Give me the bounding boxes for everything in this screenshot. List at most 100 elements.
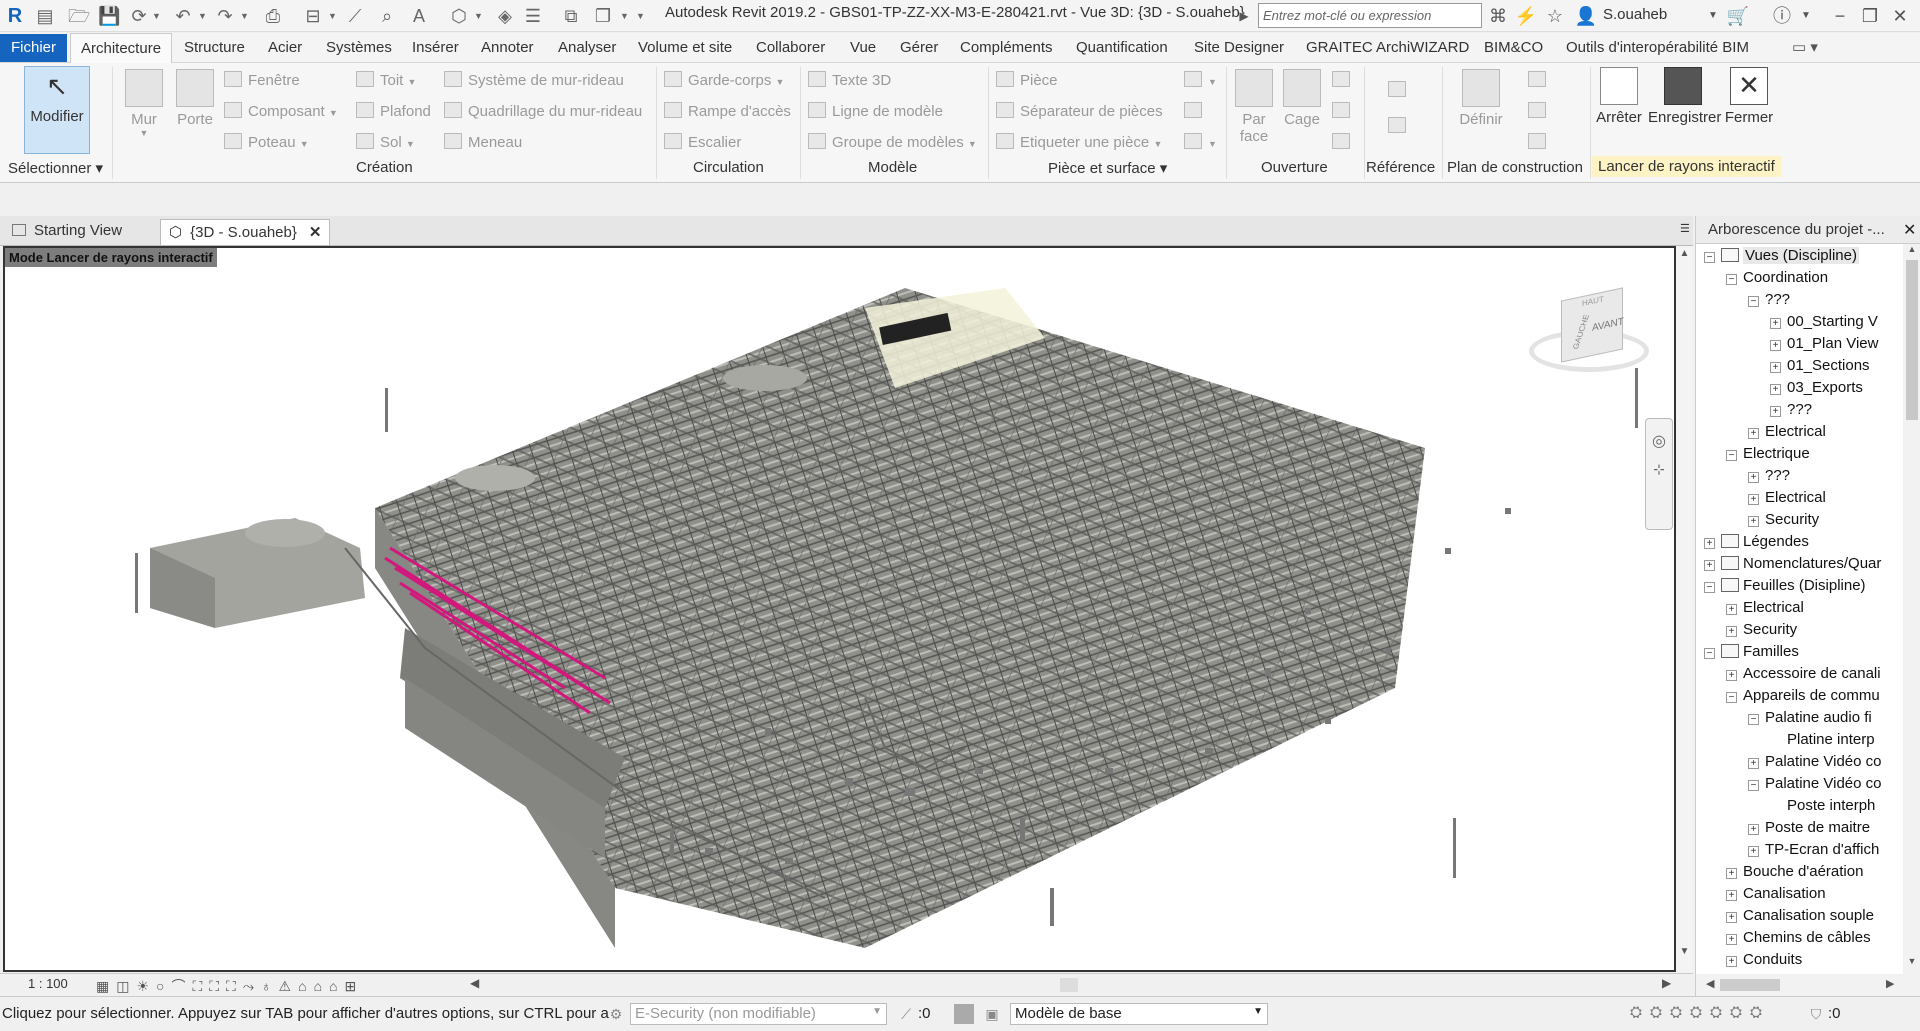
systeme-mur-rideau-button[interactable]: Système de mur-rideau <box>444 71 624 89</box>
filter-icon[interactable]: ⛉ <box>1806 1004 1826 1024</box>
tabs-menu-icon[interactable]: ☰ <box>1672 219 1698 245</box>
viewport-scrollbar[interactable]: ▲ ▼ <box>1676 246 1693 972</box>
hscroll-left-icon[interactable]: ◀ <box>470 976 479 990</box>
3d-dropdown-icon[interactable]: ▼ <box>474 9 483 23</box>
viewcube-left[interactable]: GAUCHE <box>1571 314 1591 350</box>
subscription-icon[interactable]: ⚡ <box>1514 4 1538 28</box>
minimize-icon[interactable]: − <box>1828 4 1852 28</box>
show-workplane-button[interactable] <box>1528 71 1552 89</box>
tree-node[interactable]: + Electrical <box>1748 487 1826 509</box>
measure-icon[interactable]: ⊟ <box>302 5 324 27</box>
hscroll-thumb[interactable] <box>1060 978 1078 992</box>
expand-icon[interactable]: + <box>1770 340 1781 351</box>
expand-icon[interactable]: + <box>1748 472 1759 483</box>
vertical-opening-button[interactable] <box>1332 102 1356 120</box>
expand-icon[interactable]: + <box>1748 758 1759 769</box>
undo-dropdown-icon[interactable]: ▼ <box>198 9 207 23</box>
tree-node[interactable]: −??? <box>1748 289 1790 311</box>
redo-dropdown-icon[interactable]: ▼ <box>240 9 249 23</box>
expand-icon[interactable]: + <box>1726 912 1737 923</box>
ref-plane-button[interactable] <box>1528 102 1552 120</box>
cage-button[interactable]: Cage <box>1280 69 1324 128</box>
active-option-icon[interactable]: ▣ <box>982 1004 1002 1024</box>
switch-dropdown-icon[interactable]: ▼ <box>620 9 629 23</box>
expand-icon[interactable]: + <box>1726 934 1737 945</box>
expand-icon[interactable]: + <box>1726 956 1737 967</box>
expand-icon[interactable]: ▶ <box>1232 4 1256 28</box>
separateur-button[interactable]: Séparateur de pièces <box>996 102 1163 120</box>
username[interactable]: S.ouaheb <box>1603 6 1667 23</box>
zoom-icon[interactable]: ⊹ <box>1646 461 1672 478</box>
tree-node[interactable]: − Vues (Discipline) <box>1704 245 1859 267</box>
rampe-button[interactable]: Rampe d'accès <box>664 102 791 120</box>
dormer-button[interactable] <box>1332 133 1356 151</box>
expand-icon[interactable]: + <box>1704 538 1715 549</box>
viewcube[interactable]: AVANT GAUCHE HAUT <box>1521 287 1657 378</box>
tab-inserer[interactable]: Insérer <box>412 37 459 61</box>
collapse-icon[interactable]: − <box>1704 648 1715 659</box>
selectionner-dropdown[interactable]: Sélectionner ▾ <box>8 159 103 177</box>
expand-icon[interactable]: + <box>1726 670 1737 681</box>
etiqueter-button[interactable]: Etiqueter une pièce ▼ <box>996 133 1162 151</box>
expand-icon[interactable]: + <box>1726 890 1737 901</box>
view-scale[interactable]: 1 : 100 <box>28 976 68 991</box>
quadrillage-button[interactable]: Quadrillage du mur-rideau <box>444 102 642 120</box>
expand-icon[interactable]: + <box>1726 626 1737 637</box>
tab-vue[interactable]: Vue <box>850 37 876 61</box>
expand-icon[interactable]: + <box>1770 362 1781 373</box>
meneau-button[interactable]: Meneau <box>444 133 522 151</box>
editing-requests-icon[interactable]: ⟋ <box>896 1004 916 1024</box>
close-hidden-icon[interactable]: ⧉ <box>560 5 582 27</box>
tab-annoter[interactable]: Annoter <box>481 37 534 61</box>
tree-node[interactable]: +00_Starting V <box>1770 311 1878 333</box>
tree-node[interactable]: − Coordination <box>1726 267 1828 289</box>
texte3d-button[interactable]: Texte 3D <box>808 71 891 89</box>
sync-icon[interactable]: ⟳ <box>128 5 150 27</box>
expand-icon[interactable]: + <box>1726 868 1737 879</box>
tree-node[interactable]: + Security <box>1748 509 1819 531</box>
tree-node[interactable]: + Bouche d'aération <box>1726 861 1863 883</box>
tree-node[interactable]: − Electrique <box>1726 443 1810 465</box>
tree-node[interactable]: +??? <box>1770 399 1812 421</box>
expand-icon[interactable]: + <box>1748 428 1759 439</box>
viewcube-front[interactable]: AVANT <box>1592 316 1624 334</box>
area-button[interactable]: ▼ <box>1184 71 1217 89</box>
print-icon[interactable]: ⎙ <box>262 5 284 27</box>
help-dropdown-icon[interactable]: ▼ <box>1794 4 1818 28</box>
text-icon[interactable]: A <box>408 5 430 27</box>
open-icon[interactable]: 🗁 <box>68 5 90 27</box>
close-browser-icon[interactable]: ✕ <box>1903 220 1916 240</box>
measure-dropdown-icon[interactable]: ▼ <box>328 9 337 23</box>
browser-scroll-down-icon[interactable]: ▼ <box>1903 956 1920 966</box>
favorites-icon[interactable]: ☆ <box>1543 4 1567 28</box>
undo-icon[interactable]: ↶ <box>172 5 194 27</box>
collapse-icon[interactable]: − <box>1748 296 1759 307</box>
tab-3d-view[interactable]: ⬡ {3D - S.ouaheb} ✕ <box>160 219 331 245</box>
fenetre-button[interactable]: Fenêtre <box>224 71 300 89</box>
switch-windows-icon[interactable]: ❐ <box>592 5 614 27</box>
binoculars-icon[interactable]: ⌘ <box>1486 4 1510 28</box>
tree-node[interactable]: +01_Plan View <box>1770 333 1878 355</box>
tab-complements[interactable]: Compléments <box>960 37 1053 61</box>
tree-node[interactable]: +01_Sections <box>1770 355 1870 377</box>
expand-icon[interactable]: + <box>1748 824 1759 835</box>
mur-button[interactable]: Mur ▼ <box>122 69 166 138</box>
group-piece-surface[interactable]: Pièce et surface ▾ <box>1048 159 1167 177</box>
recent-files-icon[interactable]: ▤ <box>34 5 56 27</box>
help-icon[interactable]: ⓘ <box>1770 4 1794 28</box>
save-icon[interactable]: 💾 <box>98 5 120 27</box>
tree-node[interactable]: − Palatine audio fi <box>1748 707 1872 729</box>
restore-icon[interactable]: ❐ <box>1858 4 1882 28</box>
tab-quantification[interactable]: Quantification <box>1076 37 1168 61</box>
browser-hscroll-left-icon[interactable]: ◀ <box>1706 977 1714 990</box>
tree-node[interactable]: + Security <box>1726 619 1797 641</box>
cart-icon[interactable]: 🛒 <box>1726 4 1750 28</box>
tree-node[interactable]: + Electrical <box>1748 421 1826 443</box>
tab-volume-site[interactable]: Volume et site <box>638 37 732 61</box>
3d-view-icon[interactable]: ⬡ <box>448 5 470 27</box>
tab-gerer[interactable]: Gérer <box>900 37 938 61</box>
expand-icon[interactable]: + <box>1770 318 1781 329</box>
close-tab-icon[interactable]: ✕ <box>309 224 322 241</box>
collapse-icon[interactable]: − <box>1726 450 1737 461</box>
enregistrer-button[interactable]: Enregistrer <box>1648 67 1721 126</box>
